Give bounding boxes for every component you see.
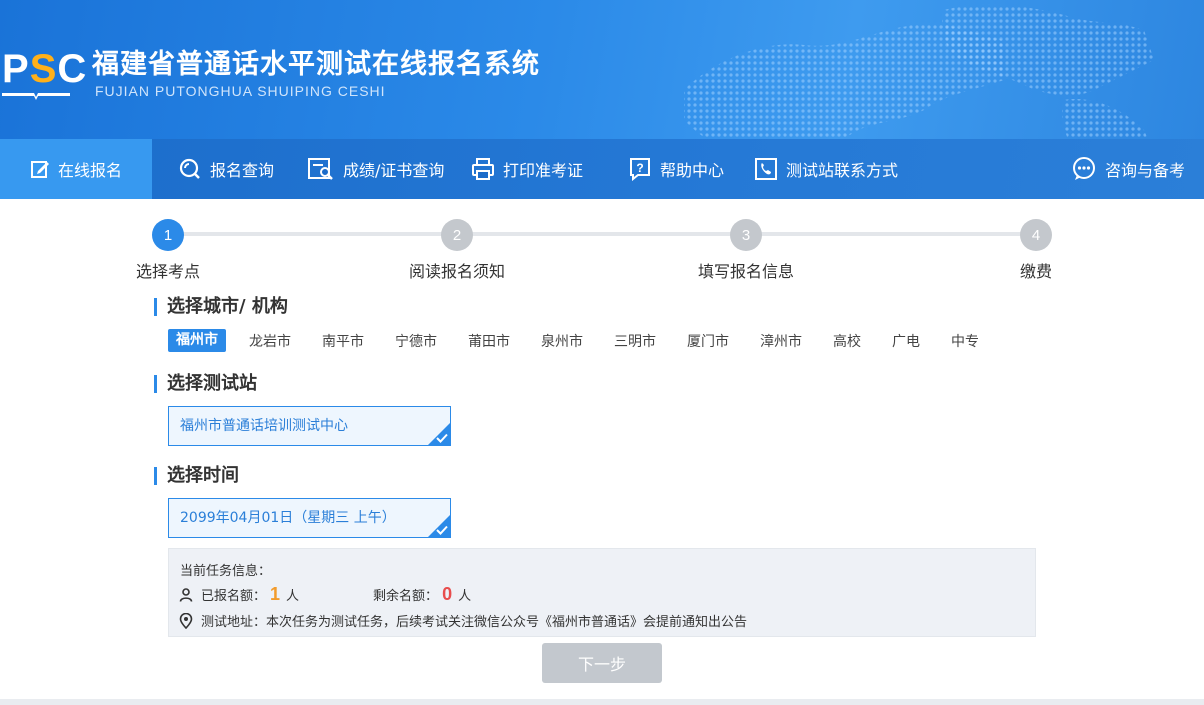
printer-icon: [472, 158, 494, 180]
step-3-circle: 3: [730, 219, 762, 251]
nav-label: 测试站联系方式: [786, 161, 899, 180]
remaining-label: 剩余名额：: [373, 589, 439, 604]
nav-label: 打印准考证: [503, 161, 584, 180]
step-2-circle: 2: [441, 219, 473, 251]
chat-icon: [1073, 157, 1095, 180]
user-icon: [179, 587, 193, 602]
nav-online-registration[interactable]: 在线报名: [0, 139, 152, 199]
page-bottom-bar: [0, 699, 1204, 705]
registered-count: 1: [270, 584, 281, 604]
step-2-label: 阅读报名须知: [408, 262, 506, 281]
step-progress-track: [168, 232, 1036, 236]
task-info-panel: 当前任务信息： 已报名额： 1 人 剩余名额： 0 人 测试地址： 本次任务为测…: [168, 548, 1036, 637]
nav-consult-prepare[interactable]: 咨询与备考: [1071, 139, 1185, 199]
city-option-vocational[interactable]: 中专: [951, 331, 979, 351]
nav-label: 帮助中心: [660, 161, 725, 180]
phone-contact-icon: [755, 158, 777, 180]
psc-logo[interactable]: PSC: [0, 47, 86, 103]
city-option-longyan[interactable]: 龙岩市: [249, 331, 291, 351]
site-title: 福建省普通话水平测试在线报名系统: [92, 49, 540, 80]
address-row: 测试地址： 本次任务为测试任务，后续考试关注微信公众号《福州市普通话》会提前通知…: [179, 611, 747, 630]
nav-label: 在线报名: [57, 161, 122, 180]
logo-letters: PSC: [2, 47, 88, 91]
check-icon: [436, 433, 448, 443]
city-option-ningde[interactable]: 宁德市: [395, 331, 437, 351]
check-icon: [436, 525, 448, 535]
city-option-broadcast[interactable]: 广电: [892, 331, 920, 351]
city-option-putian[interactable]: 莆田市: [468, 331, 510, 351]
city-option-quanzhou[interactable]: 泉州市: [541, 331, 583, 351]
step-4-label: 缴费: [1019, 262, 1053, 281]
nav-score-certificate-query[interactable]: 成绩/证书查询: [307, 139, 444, 199]
step-4-circle: 4: [1020, 219, 1052, 251]
nav-print-admission-ticket[interactable]: 打印准考证: [471, 139, 583, 199]
help-icon: ?: [630, 158, 650, 181]
remaining-count: 0: [442, 584, 453, 604]
remaining-unit: 人: [458, 589, 472, 604]
nav-station-contact[interactable]: 测试站联系方式: [754, 139, 898, 199]
step-1-circle: 1: [152, 219, 184, 251]
time-option-label: 2099年04月01日（星期三 上午）: [180, 510, 396, 526]
station-option-selected[interactable]: 福州市普通话培训测试中心: [168, 406, 451, 446]
quota-row: 已报名额： 1 人 剩余名额： 0 人: [179, 584, 471, 605]
city-option-universities[interactable]: 高校: [833, 331, 861, 351]
world-map-decoration: [684, 4, 1154, 139]
nav-label: 报名查询: [210, 161, 275, 180]
registered-label: 已报名额：: [201, 589, 267, 604]
registered-unit: 人: [286, 589, 300, 604]
time-section-title: 选择时间: [154, 467, 239, 485]
city-option-xiamen[interactable]: 厦门市: [687, 331, 729, 351]
next-step-button[interactable]: 下一步: [542, 643, 662, 683]
city-option-fuzhou[interactable]: 福州市: [168, 329, 226, 352]
step-1-label: 选择考点: [135, 262, 201, 281]
address-text: 本次任务为测试任务，后续考试关注微信公众号《福州市普通话》会提前通知出公告: [266, 615, 748, 630]
step-3-label: 填写报名信息: [697, 262, 795, 281]
search-icon: [179, 158, 200, 179]
time-option-selected[interactable]: 2099年04月01日（星期三 上午）: [168, 498, 451, 538]
station-section-title: 选择测试站: [154, 375, 257, 393]
nav-help-center[interactable]: ? 帮助中心: [628, 139, 724, 199]
city-option-nanping[interactable]: 南平市: [322, 331, 364, 351]
nav-label: 成绩/证书查询: [343, 161, 445, 180]
nav-label: 咨询与备考: [1105, 161, 1186, 180]
city-section-title: 选择城市/ 机构: [154, 298, 288, 316]
city-option-zhangzhou[interactable]: 漳州市: [760, 331, 802, 351]
book-icon: [2, 93, 70, 100]
site-subtitle: FUJIAN PUTONGHUA SHUIPING CESHI: [95, 83, 386, 99]
svg-text:?: ?: [636, 161, 643, 175]
site-header: PSC 福建省普通话水平测试在线报名系统 FUJIAN PUTONGHUA SH…: [0, 0, 1204, 139]
certificate-search-icon: [308, 158, 333, 180]
edit-icon: [30, 161, 49, 178]
location-pin-icon: [179, 612, 193, 629]
registration-panel: 1 2 3 4 选择考点 阅读报名须知 填写报名信息 缴费 选择城市/ 机构 福…: [0, 199, 1204, 699]
station-option-label: 福州市普通话培训测试中心: [180, 418, 348, 434]
task-info-title: 当前任务信息：: [180, 564, 272, 579]
address-label: 测试地址：: [201, 615, 267, 630]
main-nav: 在线报名 报名查询 成绩/证书查询 打印准考证 ? 帮助中心 测试站联系方式 咨…: [0, 139, 1204, 199]
nav-registration-query[interactable]: 报名查询: [178, 139, 274, 199]
city-option-sanming[interactable]: 三明市: [614, 331, 656, 351]
